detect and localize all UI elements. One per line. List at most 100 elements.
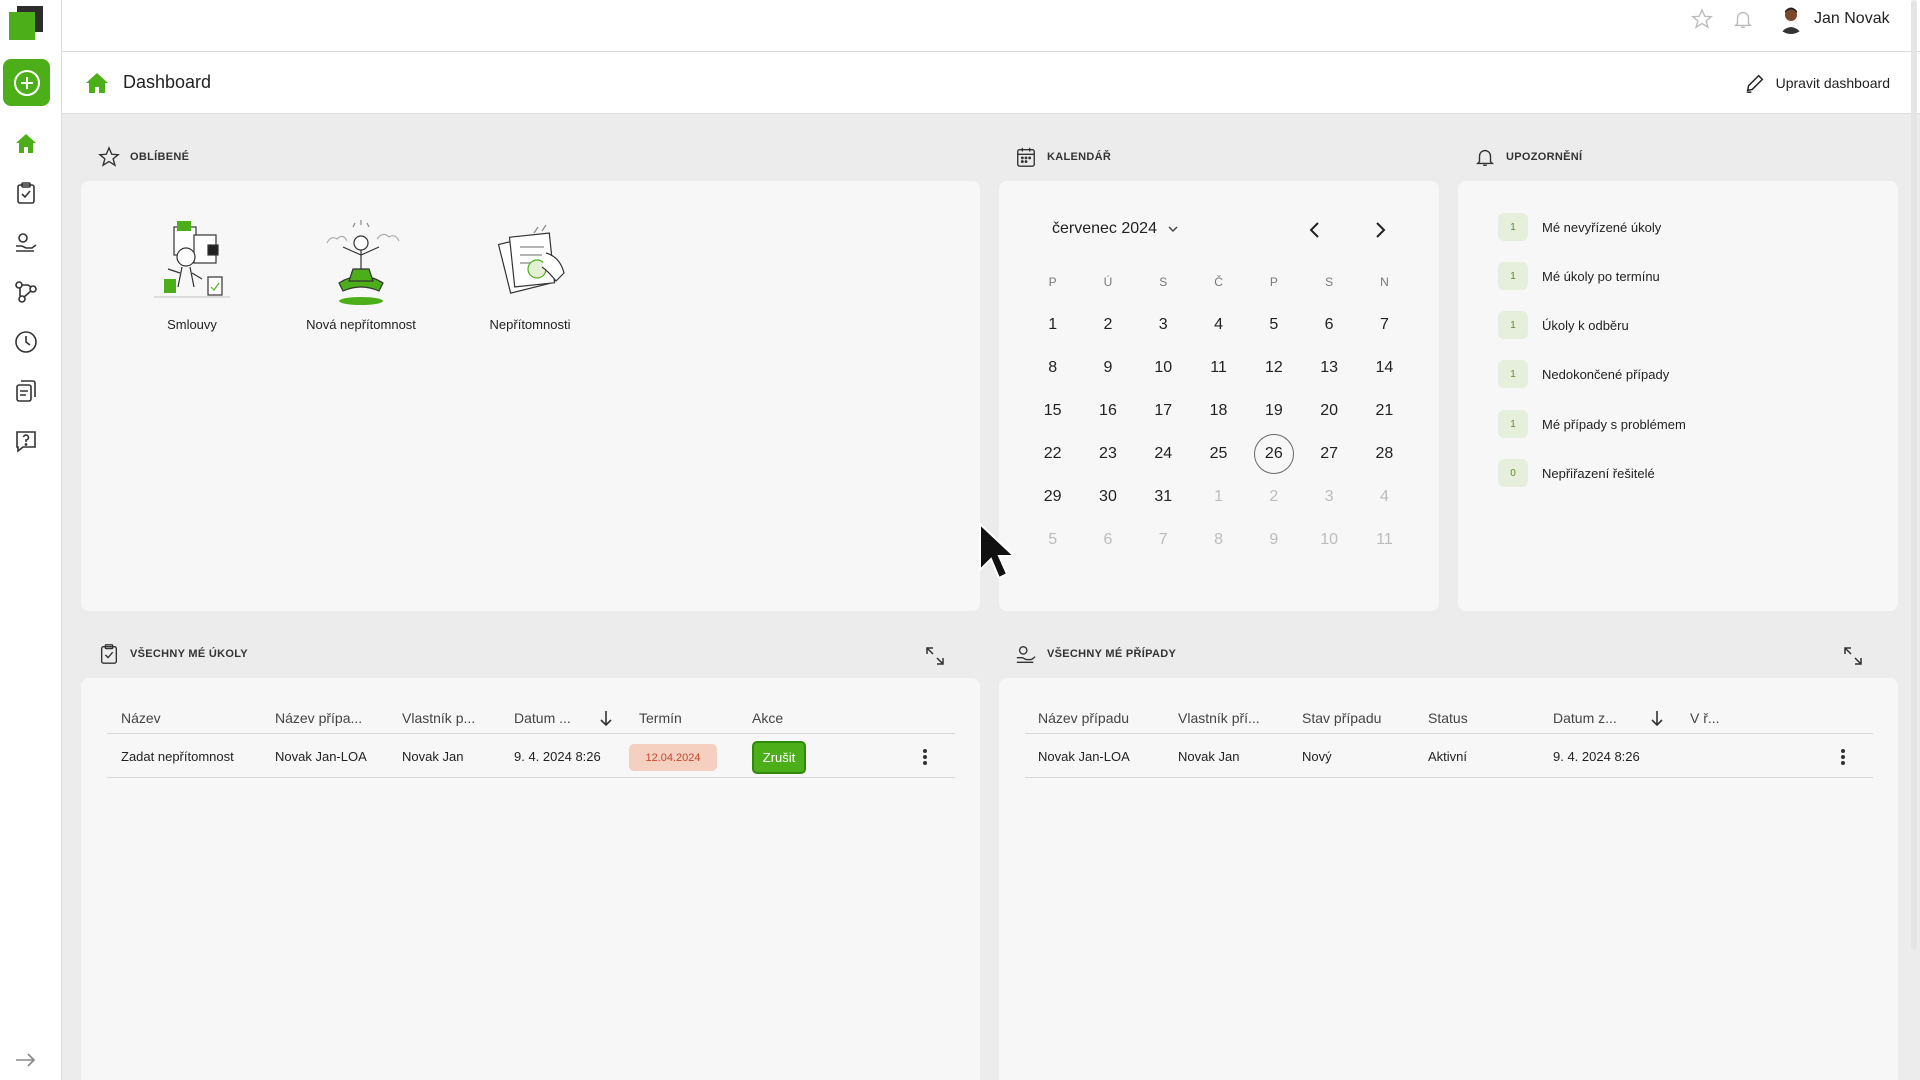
notification-label: Nepřiřazení řešitelé (1542, 465, 1655, 481)
calendar-day-outside[interactable]: 7 (1136, 518, 1191, 561)
calendar-day[interactable]: 12 (1246, 346, 1301, 389)
prev-month-button[interactable] (1305, 220, 1325, 240)
nav-workflows[interactable] (13, 279, 39, 305)
calendar-day[interactable]: 14 (1357, 346, 1412, 389)
calendar-day[interactable]: 17 (1136, 389, 1191, 432)
notification-item[interactable]: 1 Úkoly k odběru (1498, 311, 1629, 339)
calendar-day[interactable]: 6 (1301, 303, 1356, 346)
nav-help[interactable] (13, 428, 39, 454)
calendar-day-outside[interactable]: 2 (1246, 475, 1301, 518)
calendar-day[interactable]: 1 (1025, 303, 1080, 346)
nav-cases[interactable] (13, 229, 39, 255)
column-header-deadline[interactable]: Termín (639, 710, 682, 726)
calendar-day[interactable]: 9 (1080, 346, 1135, 389)
calendar-day[interactable]: 31 (1136, 475, 1191, 518)
calendar-day[interactable]: 21 (1357, 389, 1412, 432)
nav-time[interactable] (13, 329, 39, 355)
calendar-day[interactable]: 8 (1025, 346, 1080, 389)
calendar-day[interactable]: 5 (1246, 303, 1301, 346)
calendar-day-outside[interactable]: 1 (1191, 475, 1246, 518)
calendar-day-outside[interactable]: 5 (1025, 518, 1080, 561)
calendar-day[interactable]: 22 (1025, 432, 1080, 475)
calendar-day[interactable]: 16 (1080, 389, 1135, 432)
calendar-day[interactable]: 11 (1191, 346, 1246, 389)
sort-down-icon[interactable] (598, 709, 614, 727)
column-header-case-state[interactable]: Stav případu (1302, 710, 1381, 726)
column-header-owner[interactable]: Vlastník p... (402, 710, 475, 726)
page-scrollbar[interactable] (1911, 0, 1917, 950)
calendar-day-outside[interactable]: 10 (1301, 518, 1356, 561)
star-icon[interactable] (1691, 8, 1713, 30)
count-badge: 0 (1498, 459, 1528, 487)
calendar-day[interactable]: 24 (1136, 432, 1191, 475)
calendar-day[interactable]: 25 (1191, 432, 1246, 475)
calendar-day-outside[interactable]: 11 (1357, 518, 1412, 561)
calendar-day[interactable]: 28 (1357, 432, 1412, 475)
task-name[interactable]: Zadat nepřítomnost (121, 749, 234, 764)
calendar-day-outside[interactable]: 8 (1191, 518, 1246, 561)
task-case-name[interactable]: Novak Jan-LOA (275, 749, 367, 764)
nav-home[interactable] (13, 130, 39, 156)
user-name[interactable]: Jan Novak (1814, 10, 1890, 28)
hand-case-icon (16, 233, 37, 252)
calendar-day[interactable]: 18 (1191, 389, 1246, 432)
column-header-case-name[interactable]: Název přípa... (275, 710, 362, 726)
favorites-heading: OBLÍBENÉ (98, 146, 189, 168)
calendar-day[interactable]: 4 (1191, 303, 1246, 346)
calendar-day-outside[interactable]: 4 (1357, 475, 1412, 518)
nav-documents[interactable] (13, 378, 39, 404)
expand-cases-icon[interactable] (1841, 644, 1865, 668)
calendar-day[interactable]: 3 (1136, 303, 1191, 346)
bell-icon[interactable] (1732, 8, 1754, 30)
column-header-status[interactable]: Status (1428, 710, 1468, 726)
calendar-day-outside[interactable]: 6 (1080, 518, 1135, 561)
next-month-button[interactable] (1370, 220, 1390, 240)
column-header-action: Akce (752, 710, 784, 726)
calendar-day-today[interactable]: 26 (1246, 432, 1301, 475)
deadline-badge: 12.04.2024 (629, 744, 717, 771)
clock-icon (15, 331, 37, 353)
notification-item[interactable]: 0 Nepřiřazení řešitelé (1498, 459, 1655, 487)
calendar-day[interactable]: 10 (1136, 346, 1191, 389)
column-header-case-name[interactable]: Název případu (1038, 710, 1129, 726)
calendar-day[interactable]: 7 (1357, 303, 1412, 346)
calendar-day-outside[interactable]: 9 (1246, 518, 1301, 561)
notification-item[interactable]: 1 Mé úkoly po termínu (1498, 262, 1660, 290)
notification-item[interactable]: 1 Mé nevyřízené úkoly (1498, 213, 1661, 241)
column-header-date[interactable]: Datum z... (1553, 710, 1617, 726)
nav-tasks[interactable] (13, 180, 39, 206)
column-header-date[interactable]: Datum ... (514, 710, 571, 726)
calendar-day[interactable]: 23 (1080, 432, 1135, 475)
weekday-label: S (1325, 274, 1334, 289)
edit-dashboard-button[interactable]: Upravit dashboard (1744, 72, 1890, 94)
calendar-day[interactable]: 15 (1025, 389, 1080, 432)
app-logo[interactable] (9, 6, 43, 40)
calendar-day[interactable]: 13 (1301, 346, 1356, 389)
sort-down-icon[interactable] (1649, 709, 1665, 727)
cancel-task-button[interactable]: Zrušit (752, 741, 806, 774)
avatar[interactable] (1776, 4, 1806, 34)
column-header-v[interactable]: V ř... (1690, 710, 1720, 726)
case-name[interactable]: Novak Jan-LOA (1038, 749, 1130, 764)
favorite-new-absence[interactable]: Nová nepřítomnost (291, 217, 431, 332)
case-row-menu-icon[interactable] (1838, 746, 1848, 768)
month-selector[interactable]: červenec 2024 (1052, 220, 1179, 238)
task-row-menu-icon[interactable] (920, 746, 930, 768)
calendar-day[interactable]: 20 (1301, 389, 1356, 432)
calendar-day[interactable]: 27 (1301, 432, 1356, 475)
home-icon (86, 73, 108, 93)
calendar-day[interactable]: 30 (1080, 475, 1135, 518)
expand-sidebar-icon[interactable] (14, 1050, 38, 1070)
add-button[interactable] (3, 59, 50, 106)
expand-tasks-icon[interactable] (923, 644, 947, 668)
column-header-name[interactable]: Název (121, 710, 161, 726)
notification-item[interactable]: 1 Nedokončené případy (1498, 360, 1669, 388)
calendar-day[interactable]: 29 (1025, 475, 1080, 518)
favorite-contracts[interactable]: Smlouvy (122, 217, 262, 332)
notification-item[interactable]: 1 Mé případy s problémem (1498, 410, 1686, 438)
favorite-absences[interactable]: Nepřítomnosti (460, 217, 600, 332)
calendar-day[interactable]: 19 (1246, 389, 1301, 432)
calendar-day-outside[interactable]: 3 (1301, 475, 1356, 518)
calendar-day[interactable]: 2 (1080, 303, 1135, 346)
column-header-owner[interactable]: Vlastník pří... (1178, 710, 1260, 726)
